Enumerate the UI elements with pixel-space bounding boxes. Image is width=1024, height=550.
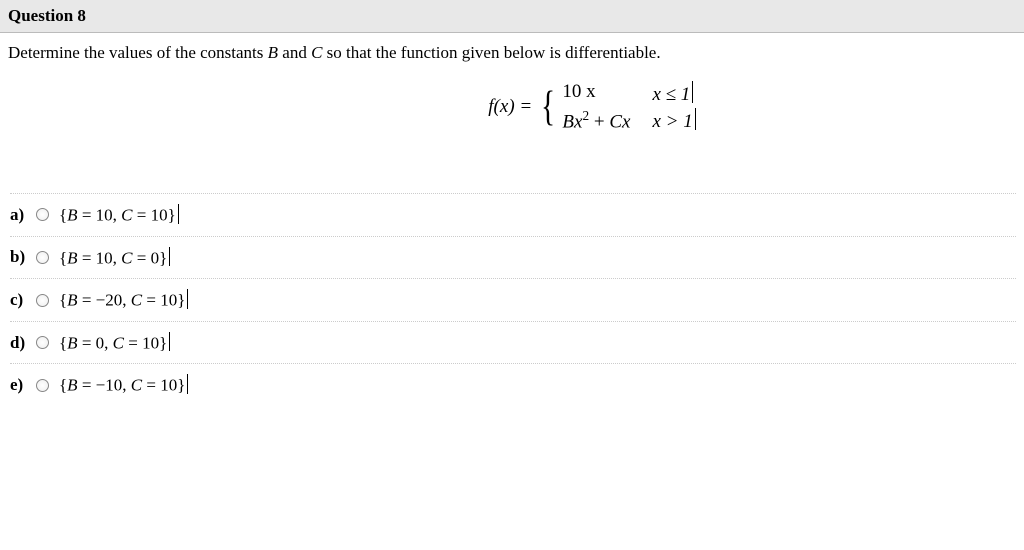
question-header: Question 8 [0,0,1024,33]
answer-options: a) {B = 10, C = 10} b) {B = 10, C = 0} c… [8,193,1016,406]
case2-cond-text: x > 1 [652,111,692,132]
opt-Bval: 20 [105,291,122,310]
case2-cond: x > 1 [652,108,695,133]
case2-plus: + [589,111,609,132]
opt-Bsign: = [82,333,96,352]
option-label: d) [10,333,36,353]
opt-C: C [121,248,132,267]
text-cursor [169,247,170,267]
text-cursor [169,332,170,352]
radio-icon[interactable] [36,294,49,307]
question-body: Determine the values of the constants B … [0,33,1024,414]
opt-Cval: 10 [151,206,168,225]
opt-C: C [113,333,124,352]
radio-icon[interactable] [36,251,49,264]
text-cursor [187,289,188,309]
option-label: c) [10,290,36,310]
opt-B: B [67,248,77,267]
opt-Bval: 10 [96,206,113,225]
text-cursor [187,374,188,394]
opt-Bval: 10 [105,376,122,395]
opt-B: B [67,291,77,310]
radio-icon[interactable] [36,208,49,221]
question-title: Question 8 [8,6,86,25]
case2-C: C [609,111,622,132]
opt-Bval: 0 [96,333,105,352]
case1-cond-text: x ≤ 1 [652,84,690,105]
option-label: e) [10,375,36,395]
left-brace: { [541,86,555,128]
opt-Csign: = [137,206,151,225]
opt-C: C [131,376,142,395]
case1-cond: x ≤ 1 [652,81,695,106]
prompt-text: and [278,43,311,62]
opt-Csign: = [146,376,160,395]
opt-Csign: = [137,248,151,267]
question-prompt: Determine the values of the constants B … [8,43,1016,63]
option-label: a) [10,205,36,225]
case2-expr: Bx2 + Cx [562,108,630,133]
prompt-var-C: C [311,43,322,62]
formula-block: f(x) = { 10 x x ≤ 1 Bx2 + Cx x > 1 [8,81,1016,133]
option-math: {B = −10, C = 10} [59,374,188,396]
opt-Cval: 0 [151,248,160,267]
case2-B: B [562,111,574,132]
option-a[interactable]: a) {B = 10, C = 10} [10,193,1016,236]
opt-Csign: = [128,333,142,352]
opt-Bsign: = [82,206,96,225]
opt-Cval: 10 [160,376,177,395]
option-math: {B = 0, C = 10} [59,332,170,354]
formula-cases: 10 x x ≤ 1 Bx2 + Cx x > 1 [562,81,695,133]
opt-Bsign: = − [82,291,105,310]
opt-B: B [67,376,77,395]
opt-Bsign: = [82,248,96,267]
prompt-var-B: B [268,43,278,62]
prompt-text: so that the function given below is diff… [322,43,660,62]
case2-x2: x [622,111,630,132]
option-math: {B = −20, C = 10} [59,289,188,311]
option-b[interactable]: b) {B = 10, C = 0} [10,236,1016,279]
formula-lhs: f(x) = [488,96,532,118]
opt-Bval: 10 [96,248,113,267]
opt-C: C [131,291,142,310]
opt-Cval: 10 [160,291,177,310]
text-cursor [695,108,696,130]
opt-Cval: 10 [142,333,159,352]
case1-expr: 10 x [562,81,630,106]
radio-icon[interactable] [36,336,49,349]
prompt-text: Determine the values of the constants [8,43,268,62]
option-label: b) [10,247,36,267]
opt-B: B [67,333,77,352]
option-d[interactable]: d) {B = 0, C = 10} [10,321,1016,364]
opt-Csign: = [146,291,160,310]
opt-B: B [67,206,77,225]
radio-icon[interactable] [36,379,49,392]
text-cursor [178,204,179,224]
option-e[interactable]: e) {B = −10, C = 10} [10,363,1016,406]
opt-C: C [121,206,132,225]
opt-Bsign: = − [82,376,105,395]
option-math: {B = 10, C = 0} [59,247,170,269]
option-math: {B = 10, C = 10} [59,204,179,226]
piecewise-formula: f(x) = { 10 x x ≤ 1 Bx2 + Cx x > 1 [488,81,695,133]
text-cursor [692,81,693,103]
case1-expr-text: 10 x [562,81,595,102]
option-c[interactable]: c) {B = −20, C = 10} [10,278,1016,321]
formula-lhs-text: f(x) = [488,96,532,117]
